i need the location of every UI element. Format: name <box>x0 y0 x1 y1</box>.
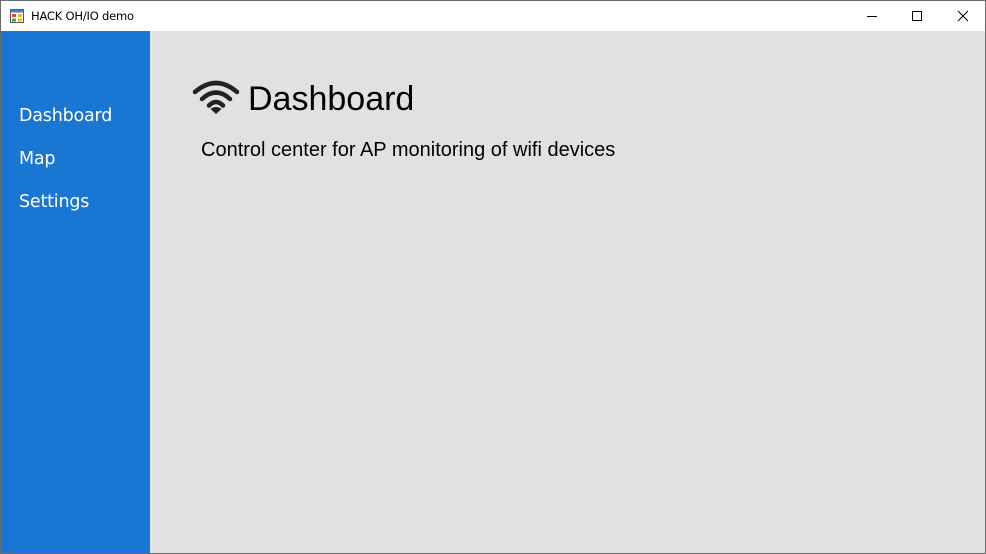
page-subtitle: Control center for AP monitoring of wifi… <box>201 139 616 161</box>
close-button[interactable] <box>940 1 986 31</box>
app-form-icon <box>10 9 24 23</box>
sidebar-item-dashboard[interactable]: Dashboard <box>19 106 112 126</box>
close-icon <box>957 10 969 22</box>
window-title: HACK OH/IO demo <box>31 9 134 23</box>
maximize-icon <box>912 11 922 21</box>
minimize-icon <box>867 16 877 17</box>
title-bar[interactable]: HACK OH/IO demo <box>1 1 985 31</box>
wifi-icon <box>192 80 240 114</box>
app-window: HACK OH/IO demo Dashboard Map Settings D… <box>0 0 986 554</box>
sidebar-nav: Dashboard Map Settings <box>1 31 150 553</box>
sidebar-item-map[interactable]: Map <box>19 149 56 169</box>
page-title: Dashboard <box>248 80 415 118</box>
minimize-button[interactable] <box>849 1 895 31</box>
maximize-button[interactable] <box>894 1 940 31</box>
main-content: Dashboard Control center for AP monitori… <box>150 31 985 553</box>
sidebar-item-settings[interactable]: Settings <box>19 192 89 212</box>
